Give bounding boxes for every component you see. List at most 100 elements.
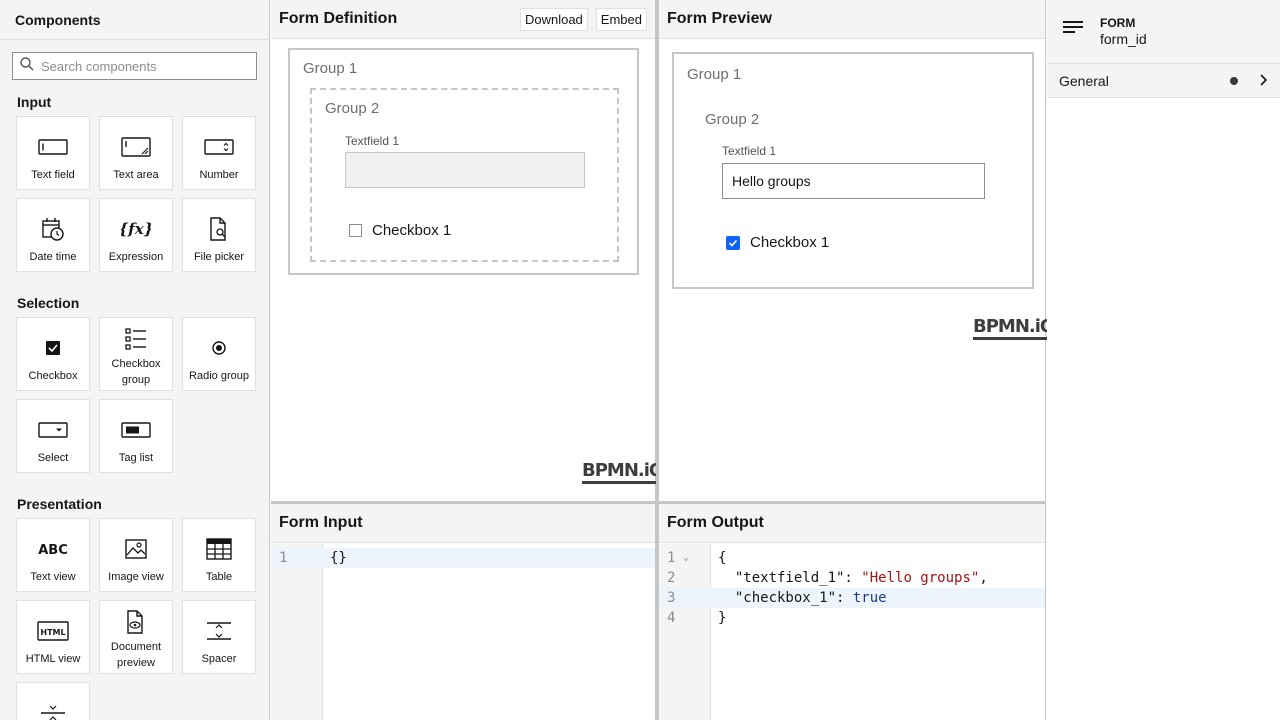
preview-textfield-1[interactable] [722,163,985,199]
component-text-view[interactable]: ABC Text view [16,518,90,592]
fold-chevron-icon[interactable]: ⌄ [683,548,689,568]
chevron-right-icon[interactable] [1258,73,1268,89]
component-label: Select [37,452,69,464]
preview-group-1: Group 1 Group 2 Textfield 1 Checkbox 1 [672,52,1034,289]
component-label: HTML view [25,653,81,665]
text-abc-icon: ABC [38,537,68,561]
form-output-editor[interactable]: 1 ⌄ { 2 "textfield_1": "Hello groups", 3… [659,544,1045,720]
code-text: { [718,550,727,566]
component-label: Text view [30,571,76,583]
svg-text:HTML: HTML [40,628,65,637]
component-expression[interactable]: {fx} Expression [99,198,173,272]
horizontal-splitter[interactable] [271,501,1046,503]
component-table[interactable]: Table [182,518,256,592]
component-html-view[interactable]: HTML HTML view [16,600,90,674]
bpmn-io-logo[interactable]: BPMN.iO [973,318,1055,340]
form-input-editor[interactable]: 1 {} [271,544,655,720]
group-title-input: Input [17,94,52,110]
form-input-panel: Form Input 1 {} [271,503,656,720]
checkbox-checked-icon[interactable] [726,235,740,250]
download-button[interactable]: Download [519,7,588,31]
definition-group-1[interactable]: Group 1 Group 2 Textfield 1 Checkbox 1 [288,48,639,275]
component-checkbox-group[interactable]: Checkbox group [99,317,173,391]
tag-list-icon [121,418,151,442]
json-string-value: "Hello groups" [861,570,980,586]
code-text: "textfield_1": "Hello groups", [718,568,988,588]
checklist-icon [124,326,148,352]
component-label: Image view [108,571,164,583]
group-1-label: Group 1 [687,66,742,83]
component-checkbox[interactable]: Checkbox [16,317,90,391]
properties-title: FORM form_id [1100,16,1147,47]
component-select[interactable]: Select [16,399,90,473]
component-label: Tag list [118,452,154,464]
code-line[interactable]: 2 "textfield_1": "Hello groups", [659,568,1045,588]
group-general-label: General [1059,72,1109,89]
form-editor-app: Components Input Text field Text area Nu… [0,0,1280,720]
form-output-panel: Form Output 1 ⌄ { 2 "textfield_1": "Hell… [658,503,1046,720]
component-image-view[interactable]: Image view [99,518,173,592]
json-bool-value: true [852,590,887,606]
input-components-grid: Text field Text area Number Date time {f… [0,116,269,272]
textfield-1-label: Textfield 1 [722,144,777,158]
component-separator[interactable] [16,682,90,720]
definition-checkbox-1[interactable]: Checkbox 1 [349,222,451,239]
component-number[interactable]: Number [182,116,256,190]
search-input[interactable] [41,58,241,74]
component-label: Text area [113,169,159,181]
preview-checkbox-1[interactable]: Checkbox 1 [726,234,829,251]
search-icon [19,56,35,77]
textfield-1-label: Textfield 1 [345,134,400,148]
component-tag-list[interactable]: Tag list [99,399,173,473]
component-file-picker[interactable]: File picker [182,198,256,272]
line-number: 1 [279,550,288,566]
code-line[interactable]: 4 } [659,608,1045,628]
group-1-label: Group 1 [303,60,358,77]
line-number: 1 [667,550,676,566]
image-icon [125,537,147,561]
line-gutter [271,544,323,720]
component-label: File picker [193,251,245,263]
element-id-label: form_id [1100,31,1147,47]
components-palette: Components Input Text field Text area Nu… [0,0,270,720]
search-box[interactable] [12,52,257,80]
presentation-components-grid: ABC Text view Image view Table HTML HTML… [0,518,269,720]
function-icon: {fx} [121,217,151,241]
definition-textfield-1[interactable] [345,152,585,188]
component-text-area[interactable]: Text area [99,116,173,190]
checkbox-1-label: Checkbox 1 [750,234,830,251]
number-icon [204,135,234,159]
checkbox-1-label: Checkbox 1 [372,222,452,239]
svg-text:ABC: ABC [38,543,68,558]
code-line[interactable]: 1 ⌄ { [659,548,1045,568]
form-output-header: Form Output [659,504,1045,543]
data-marker-dot-icon [1230,76,1238,85]
line-number: 4 [667,610,676,626]
code-text: {} [330,550,347,566]
form-preview-panel: Form Preview Group 1 Group 2 Textfield 1… [658,0,1055,501]
component-document-preview[interactable]: Document preview [99,600,173,674]
component-label: Checkbox [28,370,78,382]
component-label: Number [199,169,239,181]
component-spacer[interactable]: Spacer [182,600,256,674]
group-2-label: Group 2 [325,100,380,117]
vertical-splitter[interactable] [656,0,658,720]
code-line[interactable]: 1 {} [271,548,655,568]
svg-text:{fx}: {fx} [121,220,151,238]
component-date-time[interactable]: Date time [16,198,90,272]
html-icon: HTML [37,619,69,643]
properties-group-general[interactable]: General [1047,64,1280,98]
definition-group-2[interactable]: Group 2 Textfield 1 Checkbox 1 [310,88,619,262]
code-text: "checkbox_1": true [718,588,887,608]
component-text-field[interactable]: Text field [16,116,90,190]
component-label: Table [205,571,233,583]
embed-button[interactable]: Embed [595,7,647,31]
text-field-icon [38,135,68,159]
form-input-title: Form Input [279,514,363,531]
spacer-icon [206,619,232,643]
component-label: Radio group [189,370,249,382]
code-line[interactable]: 3 "checkbox_1": true [659,588,1045,608]
form-input-header: Form Input [271,504,655,543]
component-radio-group[interactable]: Radio group [182,317,256,391]
bpmn-io-logo[interactable]: BPMN.iO [582,462,664,484]
